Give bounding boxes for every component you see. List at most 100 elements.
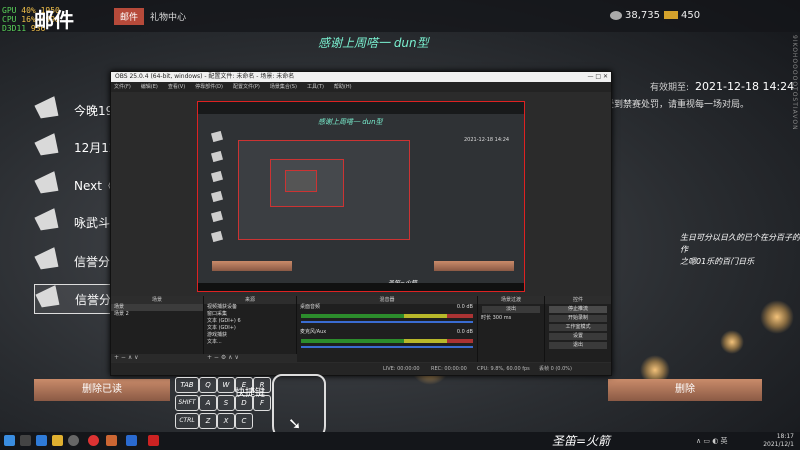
- expiry-value: 2021-12-18 14:24: [695, 80, 795, 93]
- edge-browser-icon[interactable]: [36, 435, 47, 446]
- mixer-channel: 麦克风/Aux 0.0 dB: [297, 329, 477, 336]
- audio-meter: [301, 314, 473, 318]
- rec-time: REC: 00:00:00: [431, 366, 467, 372]
- transitions-dock: 场景过渡 淡出 时长 300 ms: [478, 296, 545, 362]
- side-note-line: 之嗯01乐的百门日乐: [680, 257, 755, 266]
- app-icon[interactable]: [126, 435, 137, 446]
- preview-envelope-icon: [211, 150, 223, 163]
- menu-docks[interactable]: 停靠部件(D): [195, 84, 223, 90]
- scene-item[interactable]: 场景 2: [111, 311, 203, 318]
- page-title: 邮件: [34, 8, 74, 32]
- preview-overlay-text: 感谢上周嗒一 dun型: [318, 118, 383, 126]
- key-a: A: [199, 395, 217, 411]
- gold-bar-icon: [664, 11, 678, 19]
- clock-date: 2021/12/1: [763, 441, 794, 448]
- start-recording-button[interactable]: 开始录制: [549, 315, 607, 322]
- coin-icon: [610, 10, 622, 20]
- taskbar-clock[interactable]: 18:17 2021/12/1: [763, 433, 794, 449]
- key-x: X: [217, 413, 235, 429]
- stop-streaming-button[interactable]: 停止推流: [549, 306, 607, 313]
- scenes-header: 场景: [111, 296, 203, 304]
- sources-dock: 来源 视频捕获设备 窗口采集 文本 (GDI+) 6 文本 (GDI+) 游戏捕…: [204, 296, 299, 362]
- sources-header: 来源: [204, 296, 296, 304]
- envelope-icon: [33, 133, 60, 159]
- silver-amount: 38,735: [625, 10, 660, 21]
- volume-slider[interactable]: [301, 321, 473, 323]
- netease-music-icon[interactable]: [88, 435, 99, 446]
- cpu-label: CPU: [2, 15, 17, 24]
- transition-select[interactable]: 淡出: [482, 306, 540, 313]
- preview-envelope-icon: [211, 170, 223, 183]
- menu-profile[interactable]: 配置文件(P): [233, 84, 260, 90]
- menu-scene-collection[interactable]: 场景集合(S): [270, 84, 297, 90]
- menu-view[interactable]: 查看(V): [168, 84, 185, 90]
- d3d-label: D3D11: [2, 24, 27, 33]
- key-shift: SHIFT: [175, 395, 199, 411]
- gpu-value: 40: [21, 6, 31, 15]
- obs-title-bar[interactable]: OBS 25.0.4 (64-bit, windows) - 配置文件: 未命名…: [111, 72, 611, 82]
- recursive-capture: [270, 159, 344, 207]
- menu-file[interactable]: 文件(F): [114, 84, 131, 90]
- obs-app-icon[interactable]: [68, 435, 79, 446]
- volume-slider[interactable]: [301, 346, 473, 348]
- overlay-thanks-text: 感谢上周嗒一 dun型: [318, 36, 429, 50]
- source-item[interactable]: 文本 (GDI+) 6: [204, 318, 296, 325]
- overlay-side-note: 生日可分以日久的已个在分百子的作 之嗯01乐的百门日乐: [680, 232, 800, 268]
- recursive-capture: [285, 170, 317, 192]
- tab-mail[interactable]: 邮件: [114, 8, 145, 25]
- envelope-icon: [33, 96, 60, 122]
- windows-start-icon[interactable]: [4, 435, 15, 446]
- source-item[interactable]: 文本 (GDI+): [204, 325, 296, 332]
- scenes-dock: 场景 场景 场景 2 + − ∧ ∨: [111, 296, 206, 362]
- menu-help[interactable]: 帮助(H): [334, 84, 352, 90]
- recursive-capture: [238, 140, 410, 240]
- clock-time: 18:17: [776, 433, 794, 440]
- key-c: C: [235, 413, 253, 429]
- source-item[interactable]: 游戏捕获: [204, 332, 296, 339]
- key-s: S: [217, 395, 235, 411]
- settings-button[interactable]: 设置: [549, 333, 607, 340]
- menu-edit[interactable]: 编辑(E): [141, 84, 158, 90]
- sources-toolbar[interactable]: + − ⚙ ∧ ∨: [204, 354, 299, 362]
- app-icon[interactable]: [106, 435, 117, 446]
- file-explorer-icon[interactable]: [52, 435, 63, 446]
- duration-label: 时长: [481, 315, 492, 321]
- key-q: Q: [199, 377, 217, 393]
- bokeh-light: [760, 300, 794, 334]
- delete-button[interactable]: 删除: [608, 379, 762, 401]
- cpu-value: 16: [21, 15, 31, 24]
- preview-delete-button: [434, 261, 514, 271]
- source-item[interactable]: 窗口采集: [204, 311, 296, 318]
- mixer-channel-level: 0.0 dB: [456, 304, 473, 310]
- exit-button[interactable]: 退出: [549, 342, 607, 349]
- obs-preview[interactable]: 感谢上周嗒一 dun型 2021-12-18 14:24 圣笛=火箭: [197, 101, 525, 292]
- source-item[interactable]: 文本...: [204, 339, 296, 346]
- system-tray[interactable]: ∧ ▭ ◐ 英: [696, 436, 728, 446]
- obs-status-bar: LIVE: 00:00:00 REC: 00:00:00 CPU: 9.8%, …: [111, 363, 611, 375]
- expiry-label: 有效期至:: [650, 83, 690, 93]
- scenes-toolbar[interactable]: + − ∧ ∨: [111, 354, 206, 362]
- bokeh-light: [720, 330, 744, 354]
- menu-tools[interactable]: 工具(T): [307, 84, 324, 90]
- scene-item[interactable]: 场景: [111, 304, 203, 311]
- envelope-icon: [33, 247, 60, 273]
- preview-envelope-icon: [211, 190, 223, 203]
- obs-menu-bar: 文件(F) 编辑(E) 查看(V) 停靠部件(D) 配置文件(P) 场景集合(S) 工具(T…: [111, 82, 611, 92]
- studio-mode-button[interactable]: 工作室模式: [549, 324, 607, 331]
- top-bar: GPU 40% 1950 CPU 16% 4998 D3D11 936 邮件 邮…: [0, 0, 800, 33]
- obs-window: OBS 25.0.4 (64-bit, windows) - 配置文件: 未命名…: [110, 71, 612, 376]
- envelope-icon: [33, 208, 60, 234]
- controls-header: 控件: [545, 296, 611, 304]
- tab-gift-center[interactable]: 礼物中心: [144, 8, 192, 25]
- preview-envelope-icon: [211, 130, 223, 143]
- audio-mixer-dock: 混音器 桌面音频 0.0 dB 麦克风/Aux 0.0 dB: [297, 296, 478, 362]
- gold-amount: 450: [681, 10, 701, 21]
- delete-read-button[interactable]: 删除已读: [34, 379, 170, 401]
- window-controls[interactable]: — □ ✕: [587, 72, 608, 82]
- task-view-icon[interactable]: [20, 435, 31, 446]
- duration-input[interactable]: 300 ms: [493, 315, 512, 321]
- preview-envelope-icon: [211, 210, 223, 223]
- mail-item-selected[interactable]: 信誉分扣: [34, 284, 123, 314]
- source-item[interactable]: 视频捕获设备: [204, 304, 296, 311]
- game-app-icon[interactable]: [148, 435, 159, 446]
